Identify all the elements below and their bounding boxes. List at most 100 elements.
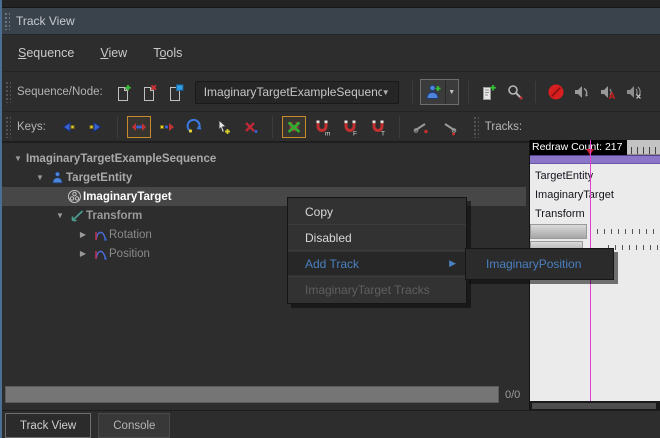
menu-separator (288, 250, 466, 251)
magnet-snapping-icon: m (313, 118, 331, 136)
tree-node-label: Rotation (109, 229, 152, 241)
dopesheet-row-imaginary-target[interactable]: ImaginaryTarget (530, 186, 660, 205)
edit-sequence-button[interactable] (163, 79, 189, 105)
window-top-strip (2, 0, 660, 8)
next-key-icon (87, 118, 105, 136)
menu-tools[interactable]: Tools (153, 46, 182, 60)
slide-keys-button[interactable] (155, 116, 179, 138)
add-track-submenu: ImaginaryPosition (465, 248, 614, 280)
toolbar-grip-icon[interactable] (5, 81, 11, 103)
delete-keys-button[interactable] (239, 116, 263, 138)
sequence-select[interactable]: ImaginaryTargetExampleSequence ▼ (195, 81, 399, 104)
expander-icon[interactable]: ▶ (75, 230, 91, 239)
mute-audio-button[interactable]: A (595, 79, 621, 105)
svg-text:m: m (325, 131, 330, 137)
sequence-toolbar: Sequence/Node: ImaginaryTargetExampleSeq… (2, 73, 660, 112)
svg-text:A: A (608, 91, 615, 101)
frame-snapping-button[interactable]: F (338, 116, 362, 138)
move-keys-icon (130, 118, 148, 136)
add-director-icon (480, 84, 497, 101)
titlebar[interactable]: Track View (2, 8, 660, 35)
delete-sequence-button[interactable] (137, 79, 163, 105)
slide-keys-icon (158, 118, 176, 136)
transform-icon (68, 208, 86, 223)
submenu-arrow-icon: ▶ (449, 258, 456, 269)
tracks-label: Tracks: (485, 121, 522, 133)
titlebar-grip-icon[interactable] (4, 12, 10, 30)
menubar: Sequence View Tools (2, 35, 660, 72)
toolbar-grip-icon[interactable] (473, 116, 479, 138)
bottom-tab-bar: Track View Console (2, 410, 660, 438)
add-selected-entity-button[interactable]: ▼ (420, 79, 459, 105)
entity-icon (48, 170, 66, 185)
new-sequence-icon (115, 84, 132, 101)
add-selected-entity-cell[interactable] (421, 80, 445, 104)
expander-icon[interactable]: ▼ (52, 211, 68, 220)
audio-icon (573, 83, 591, 101)
previous-key-button[interactable] (56, 116, 80, 138)
find-button[interactable] (502, 79, 528, 105)
dopesheet-row-target-entity[interactable]: TargetEntity (530, 167, 660, 186)
redraw-count-overlay: Redraw Count: 217 (530, 140, 627, 155)
toolbar-separator (468, 81, 469, 103)
frame-snapping-icon: F (341, 118, 359, 136)
sequence-range-bar[interactable] (530, 155, 660, 164)
add-director-node-button[interactable] (476, 79, 502, 105)
track-lane-ticks (597, 229, 659, 234)
tree-node-target-entity[interactable]: ▼ TargetEntity (2, 168, 526, 187)
svg-text:F: F (353, 131, 357, 137)
toolbar-separator (399, 116, 400, 138)
mute-all-audio-button[interactable] (621, 79, 647, 105)
tree-horizontal-scrollbar[interactable] (5, 386, 499, 403)
curve-icon (91, 246, 109, 261)
toolbar-separator (272, 116, 273, 138)
keys-label: Keys: (17, 121, 46, 133)
expander-icon[interactable]: ▶ (75, 249, 91, 258)
no-snapping-button[interactable] (282, 116, 306, 138)
add-entity-icon (424, 83, 442, 101)
dopesheet-scroll-thumb[interactable] (532, 403, 656, 409)
context-menu-item-add-track[interactable]: Add Track ▶ (288, 252, 466, 275)
tangent-in-button[interactable] (409, 116, 433, 138)
menu-sequence[interactable]: Sequence (18, 46, 74, 60)
context-menu-item-disabled[interactable]: Disabled (288, 226, 466, 249)
add-keys-button[interactable] (211, 116, 235, 138)
track-lane-ticks (608, 245, 659, 250)
component-icon (65, 189, 83, 204)
add-entity-dropdown-arrow[interactable]: ▼ (445, 80, 458, 104)
submenu-item-imaginary-position[interactable]: ImaginaryPosition (466, 253, 613, 276)
toolbar-grip-icon[interactable] (5, 116, 11, 138)
magnet-snapping-button[interactable]: m (310, 116, 334, 138)
scale-keys-button[interactable] (183, 116, 207, 138)
move-keys-button[interactable] (127, 116, 151, 138)
menu-separator (288, 224, 466, 225)
menu-view[interactable]: View (100, 46, 127, 60)
toolbar-separator (535, 81, 536, 103)
time-ruler[interactable]: Redraw Count: 217 (530, 140, 660, 155)
tick-snapping-button[interactable]: T (366, 116, 390, 138)
new-sequence-button[interactable] (111, 79, 137, 105)
track-lane-bar[interactable] (530, 224, 587, 239)
scale-keys-icon (186, 118, 204, 136)
expander-icon[interactable]: ▼ (32, 173, 48, 182)
dopesheet-row-transform[interactable]: Transform (530, 205, 660, 224)
context-menu-item-copy[interactable]: Copy (288, 200, 466, 223)
tree-node-label: ImaginaryTargetExampleSequence (26, 153, 216, 165)
tick-snapping-icon: T (369, 118, 387, 136)
curve-icon (91, 227, 109, 242)
audio-button[interactable] (569, 79, 595, 105)
next-key-button[interactable] (84, 116, 108, 138)
add-keys-icon (214, 118, 232, 136)
sequence-select-value: ImaginaryTargetExampleSequence (204, 85, 382, 99)
tangent-out-button[interactable] (437, 116, 461, 138)
ruler-ticks (625, 147, 660, 154)
tab-track-view[interactable]: Track View (5, 413, 91, 438)
record-button[interactable] (543, 79, 569, 105)
tree-node-sequence[interactable]: ▼ ImaginaryTargetExampleSequence (2, 149, 526, 168)
mute-all-audio-icon (625, 83, 643, 101)
tab-console[interactable]: Console (98, 413, 170, 438)
track-view-window: Track View Sequence View Tools Sequence/… (0, 0, 660, 438)
combo-arrow-icon: ▼ (382, 88, 390, 97)
context-menu-item-imaginarytarget-tracks: ImaginaryTarget Tracks (288, 278, 466, 301)
expander-icon[interactable]: ▼ (10, 154, 26, 163)
